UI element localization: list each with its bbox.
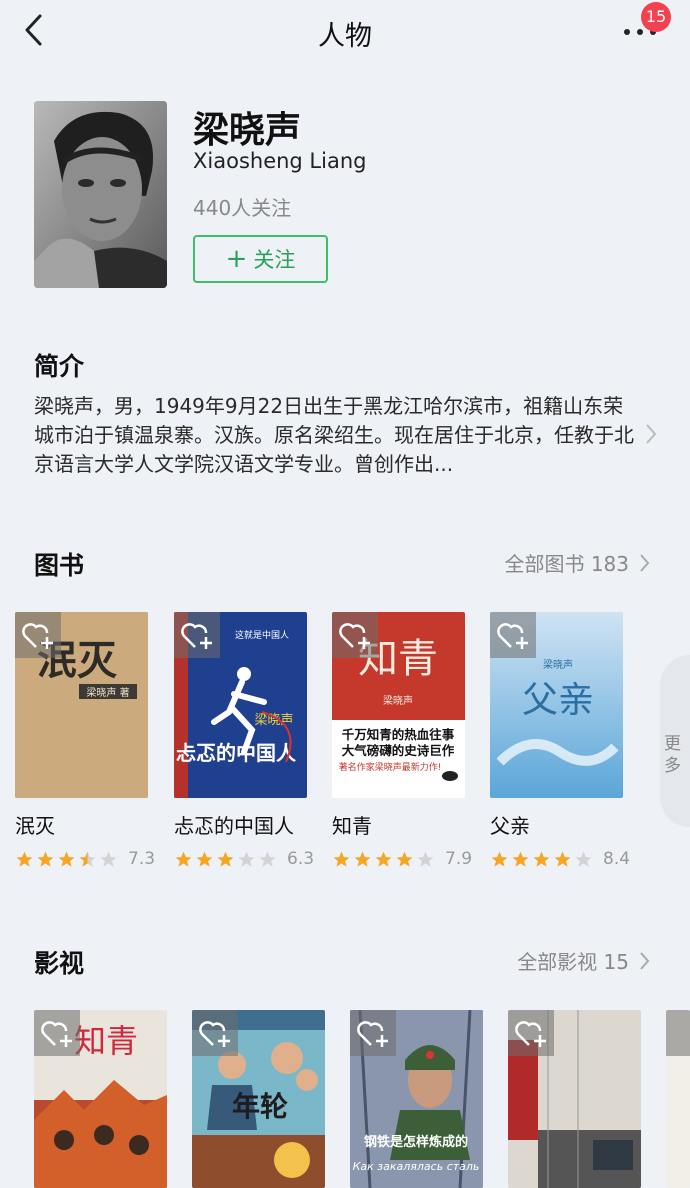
star-icon <box>417 851 434 867</box>
all-films-label: 全部影视 15 <box>517 950 629 974</box>
books-heading: 图书 <box>34 551 85 580</box>
star-icon <box>100 851 117 867</box>
person-name: 梁晓声 <box>193 110 302 151</box>
film-cover-title: 钢铁是怎样炼成的 <box>364 1134 468 1150</box>
star-icon <box>491 851 508 867</box>
book-rating: 7.9 <box>332 849 472 869</box>
book-cover-author: 梁晓声 <box>543 658 573 671</box>
book-rating: 7.3 <box>15 849 155 869</box>
star-icon <box>217 851 234 867</box>
wishlist-heart-icon[interactable] <box>332 612 378 658</box>
book-cover-top: 这就是中国人 <box>235 629 289 641</box>
star-icon <box>259 851 276 867</box>
book-cover: 这就是中国人 梁晓声 忐忑的中国人 <box>174 612 307 798</box>
notification-badge: 15 <box>641 2 671 32</box>
star-icon <box>375 851 392 867</box>
wishlist-heart-icon[interactable] <box>666 1010 690 1056</box>
book-cover-title: 父亲 <box>522 680 594 720</box>
film-card[interactable]: 知青 <box>34 1010 167 1188</box>
book-rating: 6.3 <box>174 849 314 869</box>
plus-icon: + <box>225 244 248 274</box>
book-cover-tagline: 著名作家梁晓声最新力作! <box>339 761 442 773</box>
star-icon <box>16 851 33 867</box>
person-photo <box>34 101 167 288</box>
star-icon <box>79 851 96 867</box>
star-icon <box>58 851 75 867</box>
star-icon <box>396 851 413 867</box>
star-icon <box>554 851 571 867</box>
book-card[interactable]: 父亲 梁晓声 父亲 8.4 <box>490 612 630 869</box>
book-cover-tagline: 千万知青的热血往事 <box>342 727 455 742</box>
film-cover-title: 年轮 <box>232 1090 288 1123</box>
star-icon <box>333 851 350 867</box>
star-icon <box>575 851 592 867</box>
book-card[interactable]: 这就是中国人 梁晓声 忐忑的中国人 忐忑的中国人 6.3 <box>174 612 314 869</box>
star-icon <box>512 851 529 867</box>
book-title: 父亲 <box>490 814 530 838</box>
film-cover-subtitle: Как закалялась сталь <box>353 1160 480 1173</box>
wishlist-heart-icon[interactable] <box>15 612 61 658</box>
intro-text[interactable]: 梁晓声，男，1949年9月22日出生于黑龙江哈尔滨市，祖籍山东荣城市泊于镇温泉寨… <box>34 392 634 479</box>
wishlist-heart-icon[interactable] <box>508 1010 554 1056</box>
all-films-link[interactable]: 全部影视 15 <box>517 946 650 975</box>
follow-button[interactable]: + 关注 <box>193 235 328 283</box>
wishlist-heart-icon[interactable] <box>192 1010 238 1056</box>
chevron-right-icon[interactable] <box>644 422 658 446</box>
book-cover: 泯灭 梁晓声 著 <box>15 612 148 798</box>
intro-heading: 简介 <box>34 352 85 381</box>
all-books-link[interactable]: 全部图书 183 <box>504 548 650 577</box>
film-card[interactable]: 钢铁是怎样炼成的 Как закалялась сталь <box>350 1010 483 1188</box>
book-title: 知青 <box>332 814 372 838</box>
wishlist-heart-icon[interactable] <box>34 1010 80 1056</box>
film-card[interactable] <box>508 1010 641 1188</box>
film-card-partial[interactable] <box>666 1010 690 1188</box>
book-rating: 8.4 <box>490 849 630 869</box>
wishlist-heart-icon[interactable] <box>490 612 536 658</box>
rating-score: 7.9 <box>445 849 473 869</box>
rating-score: 6.3 <box>287 849 315 869</box>
star-icon <box>37 851 54 867</box>
more-books-label[interactable]: 更多 <box>664 733 684 777</box>
book-cover-author: 梁晓声 <box>383 694 413 707</box>
book-title: 忐忑的中国人 <box>174 814 294 838</box>
wishlist-heart-icon[interactable] <box>350 1010 396 1056</box>
rating-score: 7.3 <box>128 849 156 869</box>
film-cover-title: 知青 <box>74 1023 138 1059</box>
follower-count: 440人关注 <box>193 196 292 220</box>
star-icon <box>533 851 550 867</box>
book-title: 泯灭 <box>15 814 55 838</box>
book-cover: 父亲 梁晓声 <box>490 612 623 798</box>
book-card[interactable]: 知青 梁晓声 千万知青的热血往事 大气磅礴的史诗巨作 著名作家梁晓声最新力作! … <box>332 612 472 869</box>
follow-label: 关注 <box>253 248 296 272</box>
chevron-right-icon <box>640 951 650 970</box>
book-cover-author: 梁晓声 著 <box>86 686 129 699</box>
all-books-label: 全部图书 183 <box>504 552 629 576</box>
book-cover-author: 梁晓声 <box>254 713 293 728</box>
book-cover-title: 忐忑的中国人 <box>176 741 297 765</box>
wishlist-heart-icon[interactable] <box>174 612 220 658</box>
star-icon <box>238 851 255 867</box>
book-cover-tagline: 大气磅礴的史诗巨作 <box>342 743 455 758</box>
book-cover: 知青 梁晓声 千万知青的热血往事 大气磅礴的史诗巨作 著名作家梁晓声最新力作! <box>332 612 465 798</box>
star-icon <box>196 851 213 867</box>
person-name-english: Xiaosheng Liang <box>193 149 367 173</box>
book-card[interactable]: 泯灭 梁晓声 著 泯灭 7.3 <box>15 612 155 869</box>
rating-score: 8.4 <box>603 849 631 869</box>
top-bar: 人物 15 <box>0 0 690 64</box>
star-icon <box>175 851 192 867</box>
star-icon <box>354 851 371 867</box>
page-title: 人物 <box>318 21 372 52</box>
films-heading: 影视 <box>34 949 85 978</box>
film-card[interactable]: 年轮 <box>192 1010 325 1188</box>
chevron-right-icon <box>640 553 650 572</box>
